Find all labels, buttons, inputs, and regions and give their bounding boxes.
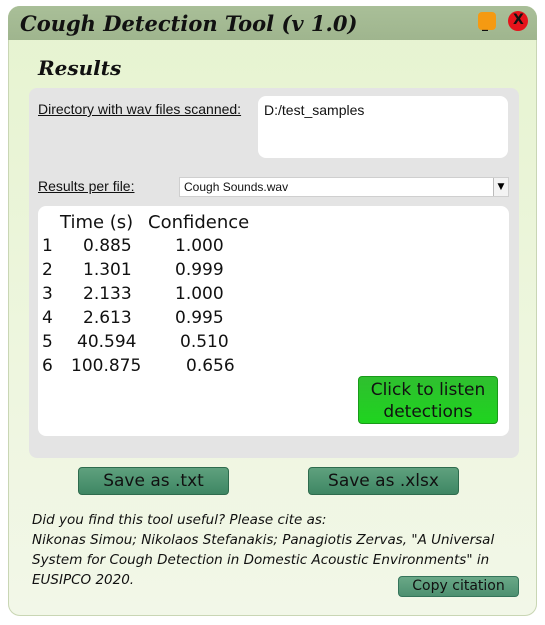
row-time: 2.613 xyxy=(83,308,132,328)
row-confidence: 0.999 xyxy=(175,260,224,280)
listen-button-line1: Click to listen xyxy=(370,380,486,400)
directory-value: D:/test_samples xyxy=(264,102,365,118)
file-select[interactable]: Cough Sounds.wav ▼ xyxy=(179,177,509,197)
row-index: 3 xyxy=(42,284,53,304)
row-index: 1 xyxy=(42,236,53,256)
window-title: Cough Detection Tool (v 1.0) xyxy=(20,11,358,36)
results-table: Time (s) Confidence 1 0.885 1.000 2 1.30… xyxy=(38,206,509,436)
results-per-file-label: Results per file: xyxy=(38,178,135,194)
minimize-icon: _ xyxy=(482,17,488,31)
save-xlsx-button[interactable]: Save as .xlsx xyxy=(308,467,459,495)
directory-field[interactable]: D:/test_samples xyxy=(258,96,508,158)
close-button[interactable]: X xyxy=(508,11,528,31)
minimize-button[interactable]: _ xyxy=(478,12,496,31)
row-confidence: 0.656 xyxy=(186,356,235,376)
column-header-time: Time (s) xyxy=(60,212,134,233)
row-time: 100.875 xyxy=(71,356,142,376)
listen-button-line2: detections xyxy=(383,402,473,422)
file-select-value: Cough Sounds.wav xyxy=(184,180,289,194)
row-index: 4 xyxy=(42,308,53,328)
row-time: 40.594 xyxy=(77,332,137,352)
citation-line: Did you find this tool useful? Please ci… xyxy=(32,512,327,528)
row-time: 0.885 xyxy=(83,236,132,256)
app-window: Cough Detection Tool (v 1.0) _ X Results… xyxy=(8,6,537,616)
copy-citation-button[interactable]: Copy citation xyxy=(398,576,519,597)
citation-line: Nikonas Simou; Nikolaos Stefanakis; Pana… xyxy=(32,532,495,548)
row-time: 1.301 xyxy=(83,260,132,280)
row-confidence: 0.995 xyxy=(175,308,224,328)
listen-detections-button[interactable]: Click to listen detections xyxy=(358,376,498,424)
column-header-confidence: Confidence xyxy=(148,212,250,233)
results-heading: Results xyxy=(38,56,122,80)
row-index: 6 xyxy=(42,356,53,376)
directory-label: Directory with wav files scanned: xyxy=(38,101,242,117)
row-confidence: 0.510 xyxy=(180,332,229,352)
citation-line: System for Cough Detection in Domestic A… xyxy=(32,552,490,568)
save-txt-button[interactable]: Save as .txt xyxy=(78,467,229,495)
row-index: 2 xyxy=(42,260,53,280)
row-time: 2.133 xyxy=(83,284,132,304)
close-icon: X xyxy=(513,12,524,28)
row-confidence: 1.000 xyxy=(175,284,224,304)
title-bar[interactable]: Cough Detection Tool (v 1.0) _ X xyxy=(8,6,537,40)
row-index: 5 xyxy=(42,332,53,352)
results-panel: Directory with wav files scanned: D:/tes… xyxy=(29,88,519,458)
row-confidence: 1.000 xyxy=(175,236,224,256)
chevron-down-icon[interactable]: ▼ xyxy=(493,178,508,196)
